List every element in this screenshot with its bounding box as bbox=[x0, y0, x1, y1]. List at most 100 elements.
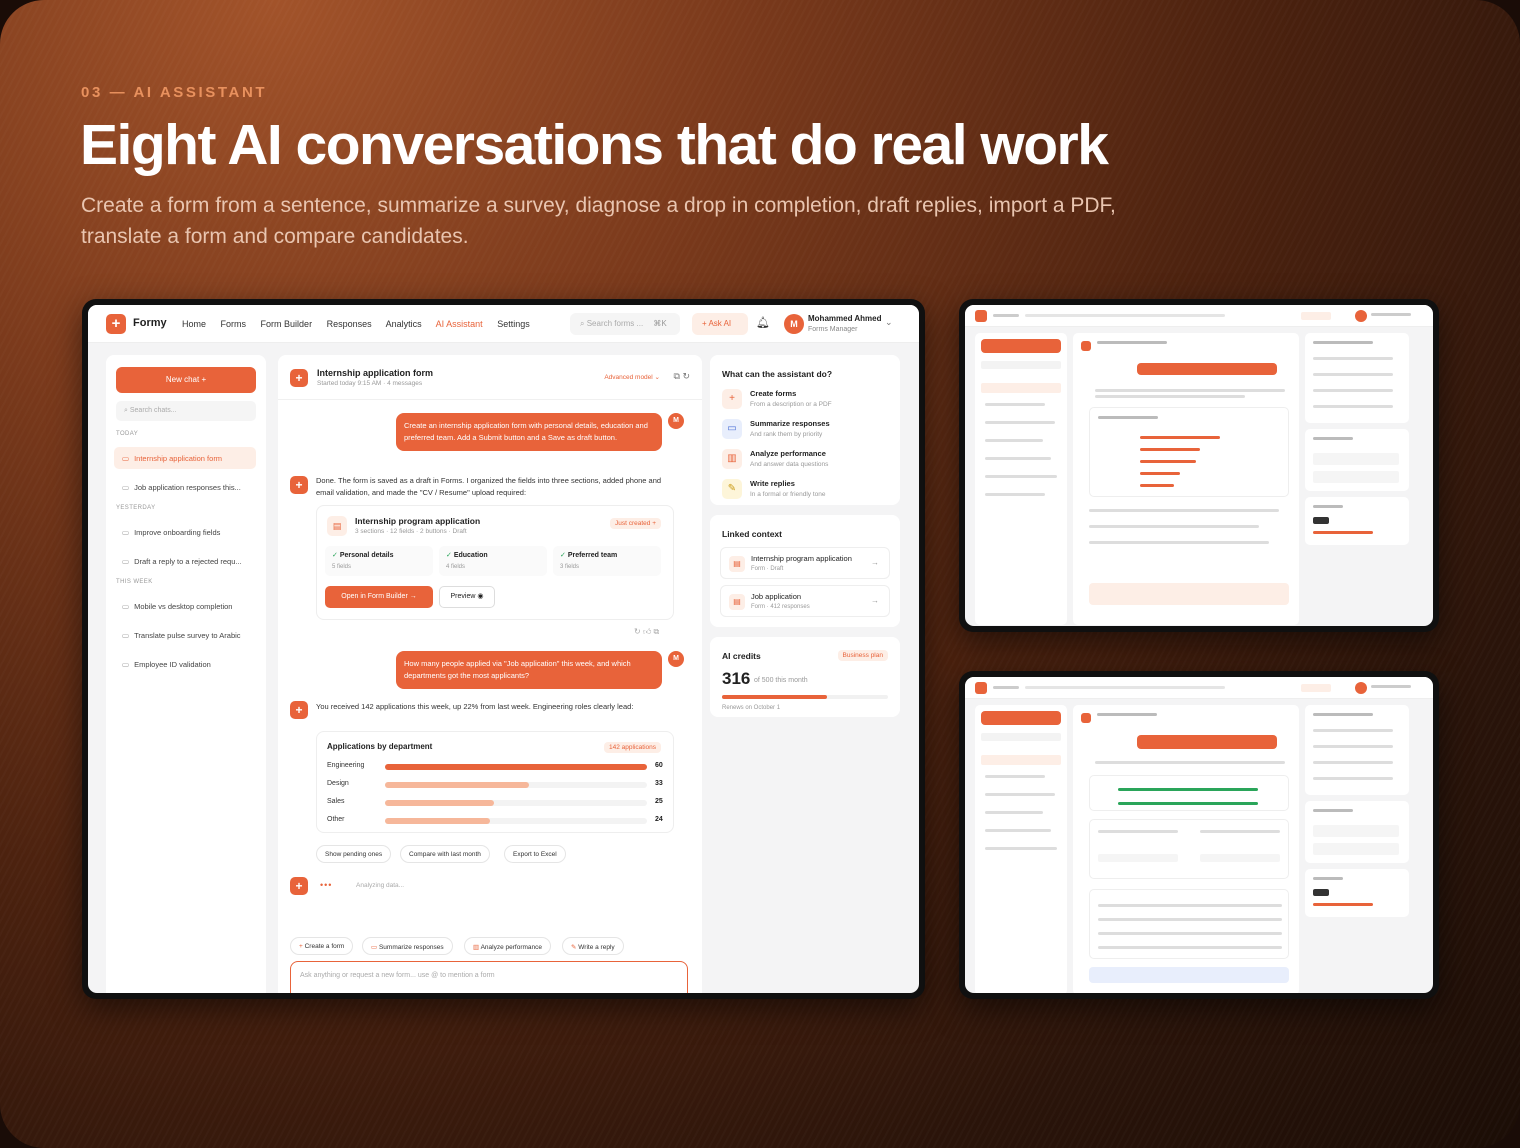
linked-context-title: Linked context bbox=[722, 529, 782, 539]
search-input[interactable]: ⌕ Search forms ... ⌘K bbox=[570, 313, 680, 335]
quick-summarize[interactable]: ▭ Summarize responses bbox=[362, 937, 453, 955]
bar-value: 33 bbox=[655, 780, 663, 787]
status-badge: Just created + bbox=[609, 518, 661, 529]
nav-forms[interactable]: Forms bbox=[221, 319, 247, 329]
chat-item[interactable]: ▭ Job application responses this... bbox=[114, 476, 256, 498]
message-actions: ↻ 👍︎ ⧉ bbox=[634, 627, 659, 637]
linked-form-item[interactable]: ▤ Job application Form · 412 responses → bbox=[720, 585, 890, 617]
linked-context-card: Linked context ▤ Internship program appli… bbox=[710, 515, 900, 627]
thumbs-up-icon[interactable]: 👍︎ bbox=[643, 627, 651, 636]
chat-item[interactable]: ▭ Internship application form bbox=[114, 447, 256, 469]
capabilities-title: What can the assistant do? bbox=[722, 369, 833, 379]
form-card: ▤ Internship program application 3 secti… bbox=[316, 505, 674, 620]
chevron-down-icon[interactable]: ⌄ bbox=[885, 317, 893, 328]
preview-chat bbox=[1073, 333, 1299, 625]
preview-screen-completion bbox=[965, 305, 1433, 626]
renews-note: Renews on October 1 bbox=[722, 705, 781, 711]
group-label-yesterday: YESTERDAY bbox=[116, 505, 156, 511]
assistant-icon: + bbox=[290, 369, 308, 387]
chat-item[interactable]: ▭ Employee ID validation bbox=[114, 653, 256, 675]
quick-create-form[interactable]: + Create a form bbox=[290, 937, 354, 955]
assistant-icon: + bbox=[290, 701, 308, 719]
preview-linked bbox=[1305, 801, 1409, 863]
check-icon: ✓ bbox=[560, 552, 568, 559]
refresh-icon[interactable]: ↻ bbox=[634, 627, 641, 636]
preview-screen-translate bbox=[965, 677, 1433, 993]
arrow-right-icon: → bbox=[871, 558, 879, 567]
nav-settings[interactable]: Settings bbox=[497, 319, 530, 329]
suggestion-chip[interactable]: Export to Excel bbox=[504, 845, 566, 863]
arrow-right-icon: → bbox=[871, 596, 879, 605]
chat-input[interactable]: Ask anything or request a new form... us… bbox=[290, 961, 688, 993]
check-icon: ✓ bbox=[446, 552, 454, 559]
document-icon: ▤ bbox=[327, 516, 347, 536]
chat-meta: Started today 9:15 AM · 4 messages bbox=[317, 380, 423, 387]
eye-icon: ◉ bbox=[477, 593, 484, 600]
chat-item[interactable]: ▭ Improve onboarding fields bbox=[114, 521, 256, 543]
model-selector[interactable]: Advanced model ⌄ bbox=[604, 373, 660, 381]
document-icon: ▤ bbox=[729, 594, 745, 610]
search-shortcut: ⌘K bbox=[653, 319, 667, 328]
search-chats-input[interactable]: ⌕ Search chats... bbox=[116, 401, 256, 421]
copy-icon[interactable]: ⧉ bbox=[674, 371, 680, 381]
chat-icon: ▭ bbox=[122, 557, 130, 566]
user-message: Create an internship application form wi… bbox=[396, 413, 662, 451]
nav-analytics[interactable]: Analytics bbox=[386, 319, 422, 329]
bar-label: Sales bbox=[327, 798, 345, 805]
chat-sidebar: New chat + ⌕ Search chats... TODAY ▭ Inte… bbox=[106, 355, 266, 993]
quick-write-reply[interactable]: ✎ Write a reply bbox=[562, 937, 624, 955]
preview-nav bbox=[965, 305, 1433, 327]
nav-form-builder[interactable]: Form Builder bbox=[261, 319, 313, 329]
bar-label: Other bbox=[327, 816, 345, 823]
pen-icon: ✎ bbox=[722, 479, 742, 499]
chat-icon: ▭ bbox=[122, 528, 130, 537]
plus-icon: + bbox=[722, 389, 742, 409]
form-card-title: Internship program application bbox=[355, 516, 481, 526]
form-card-meta: 3 sections · 12 fields · 2 buttons · Dra… bbox=[355, 528, 467, 535]
nav-responses[interactable]: Responses bbox=[327, 319, 372, 329]
preview-sidebar bbox=[975, 705, 1067, 993]
nav-ai-assistant[interactable]: AI Assistant bbox=[436, 319, 483, 329]
linked-form-item[interactable]: ▤ Internship program application Form · Dr… bbox=[720, 547, 890, 579]
credits-progress bbox=[722, 695, 888, 699]
copy-icon[interactable]: ⧉ bbox=[654, 627, 660, 636]
chat-item[interactable]: ▭ Translate pulse survey to Arabic bbox=[114, 624, 256, 646]
preview-credits bbox=[1305, 869, 1409, 917]
user-avatar: M bbox=[668, 413, 684, 429]
preview-linked bbox=[1305, 429, 1409, 491]
capability-item: + Create forms From a description or a PDF bbox=[722, 387, 888, 413]
chat-item[interactable]: ▭ Draft a reply to a rejected requ... bbox=[114, 550, 256, 572]
hero-subtitle: Create a form from a sentence, summarize… bbox=[81, 194, 1116, 248]
credits-progress-fill bbox=[722, 695, 827, 699]
preview-device-frame bbox=[959, 299, 1439, 632]
bar-value: 25 bbox=[655, 798, 663, 805]
chat-header: + Internship application form Started to… bbox=[290, 367, 690, 393]
count-badge: 142 applications bbox=[604, 742, 661, 753]
nav-home[interactable]: Home bbox=[182, 319, 206, 329]
chat-icon: ▭ bbox=[122, 631, 130, 640]
suggestion-chip[interactable]: Show pending ones bbox=[316, 845, 392, 863]
section-kicker: 03 — AI ASSISTANT bbox=[81, 84, 268, 101]
formy-logo-icon[interactable]: + bbox=[106, 314, 126, 334]
ask-ai-button[interactable]: + Ask AI bbox=[692, 313, 748, 335]
avatar bbox=[1355, 682, 1367, 694]
plan-badge: Business plan bbox=[837, 650, 888, 661]
section-chip: ✓ Education 4 fields bbox=[439, 546, 547, 576]
user-message: How many people applied via "Job applica… bbox=[396, 651, 662, 689]
chat-item[interactable]: ▭ Mobile vs desktop completion bbox=[114, 595, 256, 617]
preview-button[interactable]: Preview ◉ bbox=[439, 586, 495, 608]
suggestion-chip[interactable]: Compare with last month bbox=[400, 845, 490, 863]
open-in-form-builder-button[interactable]: Open in Form Builder → bbox=[325, 586, 433, 608]
user-name: Mohammed Ahmed bbox=[808, 314, 882, 323]
hero-title: Eight AI conversations that do real work bbox=[80, 113, 1109, 177]
avatar[interactable]: M bbox=[784, 314, 804, 334]
nav-links: Home Forms Form Builder Responses Analyt… bbox=[182, 319, 542, 329]
chart-icon: ▥ bbox=[722, 449, 742, 469]
new-chat-button[interactable]: New chat + bbox=[116, 367, 256, 393]
funnel-card bbox=[1089, 407, 1289, 497]
bell-icon[interactable]: 🔔︎ bbox=[756, 316, 770, 329]
refresh-icon[interactable]: ↻ bbox=[682, 371, 690, 381]
quick-analyze[interactable]: ▥ Analyze performance bbox=[464, 937, 552, 955]
chat-icon: ▭ bbox=[122, 483, 130, 492]
inbox-icon: ▭ bbox=[722, 419, 742, 439]
